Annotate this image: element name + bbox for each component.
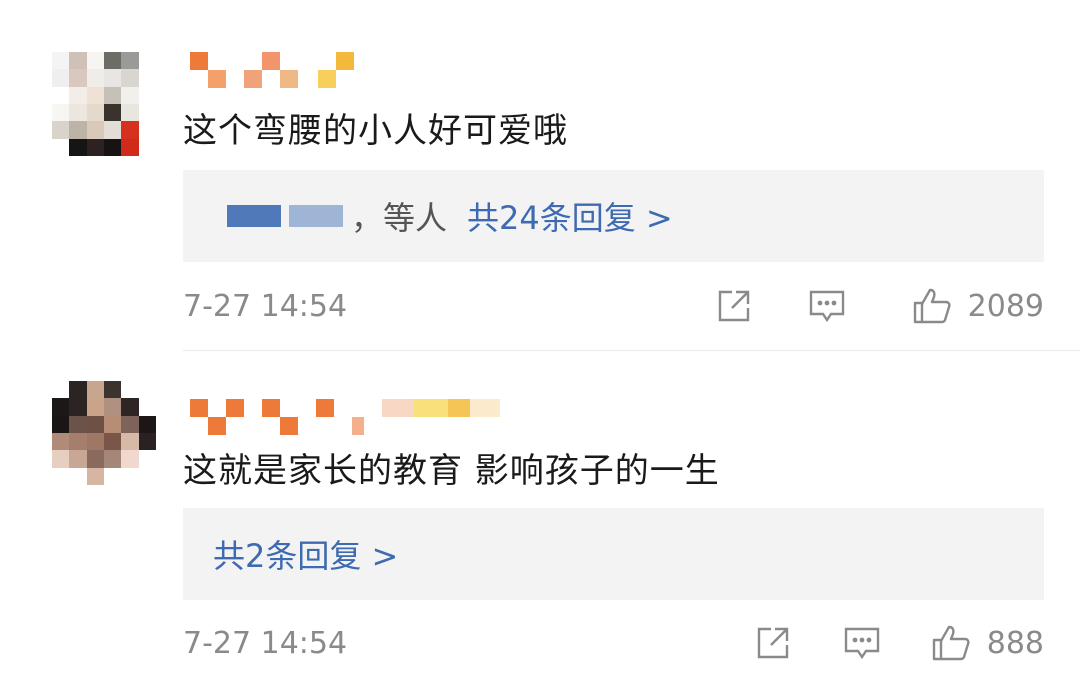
view-replies-link[interactable]: 共24条回复 > — [467, 193, 673, 239]
comment-icon — [844, 627, 879, 660]
comment-button[interactable] — [808, 288, 846, 324]
comment-item: 这个弯腰的小人好可爱哦 ，等人 共24条回复 > 7-27 14:54 2089 — [0, 0, 1080, 350]
like-count: 888 — [986, 625, 1044, 661]
avatar[interactable] — [52, 381, 156, 485]
share-icon — [757, 627, 788, 659]
view-replies-link[interactable]: 共2条回复 > — [213, 531, 398, 577]
timestamp: 7-27 14:54 — [183, 625, 348, 661]
like-button[interactable]: 2089 — [912, 287, 1044, 325]
share-button[interactable] — [716, 288, 752, 324]
like-button[interactable]: 888 — [931, 624, 1044, 662]
timestamp: 7-27 14:54 — [183, 288, 348, 324]
reply-preview[interactable]: ，等人 共24条回复 > — [183, 170, 1044, 262]
comment-text: 这就是家长的教育 影响孩子的一生 — [183, 451, 720, 491]
reply-prefix: ，等人 — [351, 199, 448, 237]
like-count: 2089 — [967, 288, 1044, 324]
comment-button[interactable] — [843, 625, 881, 661]
username[interactable] — [190, 399, 500, 435]
username[interactable] — [190, 52, 354, 88]
thumbs-up-icon — [932, 625, 970, 661]
reply-preview[interactable]: 共2条回复 > — [183, 508, 1044, 600]
comment-text: 这个弯腰的小人好可爱哦 — [183, 111, 568, 151]
share-icon — [718, 290, 749, 322]
share-button[interactable] — [755, 625, 791, 661]
blurred-replier-name — [289, 205, 343, 227]
avatar[interactable] — [52, 52, 156, 156]
comment-meta: 7-27 14:54 2089 — [183, 286, 1044, 326]
comment-meta: 7-27 14:54 888 — [183, 623, 1044, 663]
blurred-replier-name — [227, 205, 281, 227]
thumbs-up-icon — [913, 288, 951, 324]
comment-icon — [809, 290, 844, 323]
comment-item: 这就是家长的教育 影响孩子的一生 共2条回复 > 7-27 14:54 888 — [0, 351, 1080, 677]
